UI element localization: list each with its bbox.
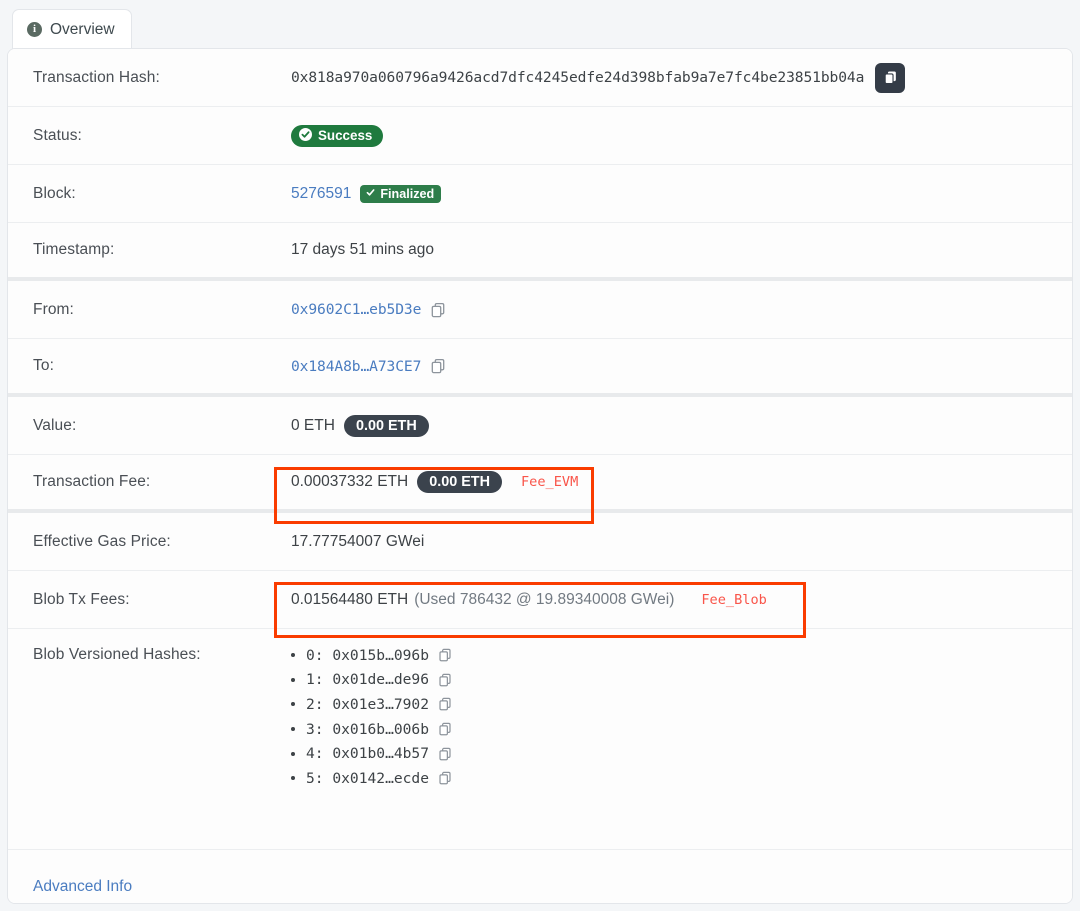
overview-card: Transaction Hash: 0x818a970a060796a9426a… <box>7 48 1073 904</box>
label-status: Status: <box>33 126 82 144</box>
copy-icon-blob-hash-2[interactable] <box>438 697 452 711</box>
blob-fee-amount: 0.01564480 ETH <box>291 590 409 608</box>
list-item: 1: 0x01de…de96 <box>291 668 1056 693</box>
blob-hash-text: 2: 0x01e3…7902 <box>306 695 430 713</box>
list-item: 2: 0x01e3…7902 <box>291 692 1056 717</box>
fee-blob-tag: Fee_Blob <box>701 591 767 608</box>
row-value: Value: 0 ETH 0.00 ETH <box>8 397 1072 455</box>
label-block: Block: <box>33 184 76 202</box>
label-transaction-hash: Transaction Hash: <box>33 68 160 86</box>
list-item: 3: 0x016b…006b <box>291 717 1056 742</box>
value-block: 5276591 Finalized <box>291 184 1072 203</box>
blob-fee-detail: (Used 786432 @ 19.89340008 GWei) <box>414 590 675 608</box>
value-usd-badge: 0.00 ETH <box>343 414 429 437</box>
row-block: Block: 5276591 Finalized <box>8 165 1072 223</box>
copy-icon-from-address[interactable] <box>430 302 446 318</box>
value-transaction-fee: 0.00037332 ETH 0.00 ETH Fee_EVM <box>291 471 1072 493</box>
value-value: 0 ETH 0.00 ETH <box>291 414 1072 437</box>
bullet-icon <box>291 653 295 658</box>
check-shield-icon <box>365 187 376 201</box>
row-to: To: 0x184A8b…A73CE7 <box>8 339 1072 397</box>
value-to: 0x184A8b…A73CE7 <box>291 358 1072 375</box>
advanced-info-link[interactable]: Advanced Info <box>33 878 132 896</box>
list-item: 5: 0x0142…ecde <box>291 766 1056 791</box>
finalized-badge-label: Finalized <box>380 186 435 201</box>
row-blob-versioned-hashes: Blob Versioned Hashes: 0: 0x015b…096b 1:… <box>8 629 1072 807</box>
label-value: Value: <box>33 416 77 434</box>
tab-bar: i Overview <box>0 0 1080 49</box>
transaction-details-page: i Overview Transaction Hash: 0x818a970a0… <box>0 0 1080 911</box>
transaction-hash-text: 0x818a970a060796a9426acd7dfc4245edfe24d3… <box>291 69 865 86</box>
row-effective-gas-price: Effective Gas Price: 17.77754007 GWei <box>8 513 1072 571</box>
copy-icon-blob-hash-3[interactable] <box>438 722 452 736</box>
copy-icon-blob-hash-0[interactable] <box>438 648 452 662</box>
row-from: From: 0x9602C1…eb5D3e <box>8 281 1072 339</box>
row-blob-tx-fees: Blob Tx Fees: 0.01564480 ETH (Used 78643… <box>8 571 1072 629</box>
block-number-link[interactable]: 5276591 <box>291 185 351 203</box>
from-address-link[interactable]: 0x9602C1…eb5D3e <box>291 301 421 318</box>
transaction-fee-usd-badge: 0.00 ETH <box>417 471 502 493</box>
copy-icon-blob-hash-4[interactable] <box>438 747 452 761</box>
card-footer: Advanced Info <box>8 848 1072 903</box>
bullet-icon <box>291 727 295 732</box>
value-timestamp: 17 days 51 mins ago <box>291 241 435 258</box>
copy-icon-to-address[interactable] <box>430 358 446 374</box>
tab-overview[interactable]: i Overview <box>12 9 132 49</box>
row-status: Status: Success <box>8 107 1072 165</box>
value-blob-versioned-hashes: 0: 0x015b…096b 1: 0x01de…de96 2: 0x01e3…… <box>291 643 1072 791</box>
blob-hash-text: 0: 0x015b…096b <box>306 646 430 664</box>
label-blob-versioned-hashes: Blob Versioned Hashes: <box>33 646 201 663</box>
label-from: From: <box>33 300 74 318</box>
status-badge: Success <box>291 124 384 147</box>
value-blob-tx-fees: 0.01564480 ETH (Used 786432 @ 19.8934000… <box>291 591 1072 609</box>
blob-hash-text: 4: 0x01b0…4b57 <box>306 745 430 763</box>
list-item: 0: 0x015b…096b <box>291 643 1056 668</box>
copy-icon-blob-hash-5[interactable] <box>438 771 452 785</box>
label-effective-gas-price: Effective Gas Price: <box>33 532 171 550</box>
label-blob-tx-fees: Blob Tx Fees: <box>33 590 130 608</box>
row-transaction-hash: Transaction Hash: 0x818a970a060796a9426a… <box>8 49 1072 107</box>
transaction-fee-amount: 0.00037332 ETH <box>291 473 409 490</box>
copy-icon-blob-hash-1[interactable] <box>438 673 452 687</box>
fee-evm-tag: Fee_EVM <box>521 474 579 490</box>
check-circle-icon <box>299 127 312 144</box>
list-item: 4: 0x01b0…4b57 <box>291 741 1056 766</box>
blob-hash-text: 5: 0x0142…ecde <box>306 769 430 787</box>
label-transaction-fee: Transaction Fee: <box>33 473 151 490</box>
value-status: Success <box>291 124 1072 147</box>
blob-hash-list: 0: 0x015b…096b 1: 0x01de…de96 2: 0x01e3…… <box>291 643 1056 791</box>
row-timestamp: Timestamp: 17 days 51 mins ago <box>8 223 1072 281</box>
label-timestamp: Timestamp: <box>33 241 115 258</box>
to-address-link[interactable]: 0x184A8b…A73CE7 <box>291 358 421 375</box>
status-badge-label: Success <box>318 128 373 143</box>
label-to: To: <box>33 357 54 374</box>
finalized-badge: Finalized <box>360 184 442 203</box>
blob-hash-text: 1: 0x01de…de96 <box>306 671 430 689</box>
value-effective-gas-price: 17.77754007 GWei <box>291 532 425 550</box>
tab-overview-label: Overview <box>50 20 115 38</box>
bullet-icon <box>291 751 295 756</box>
row-transaction-fee: Transaction Fee: 0.00037332 ETH 0.00 ETH… <box>8 455 1072 513</box>
bullet-icon <box>291 677 295 682</box>
value-from: 0x9602C1…eb5D3e <box>291 301 1072 318</box>
value-amount: 0 ETH <box>291 416 335 434</box>
blob-hash-text: 3: 0x016b…006b <box>306 720 430 738</box>
copy-icon-transaction-hash[interactable] <box>875 62 906 93</box>
card-spacer <box>8 806 1072 849</box>
bullet-icon <box>291 702 295 707</box>
value-transaction-hash: 0x818a970a060796a9426acd7dfc4245edfe24d3… <box>291 62 1072 93</box>
info-circle-icon: i <box>27 22 42 37</box>
bullet-icon <box>291 776 295 781</box>
